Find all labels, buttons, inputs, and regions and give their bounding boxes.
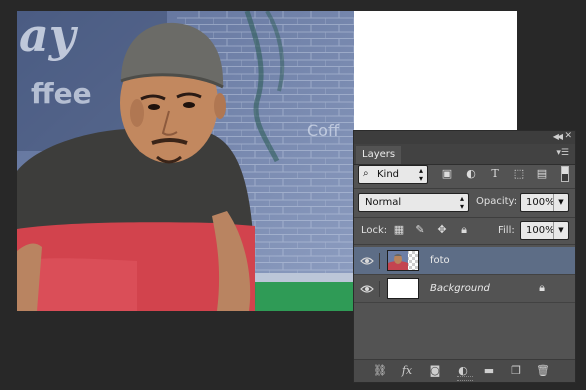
shape-filter-icon[interactable]: ⬚	[512, 167, 526, 181]
lock-row: Lock: ▦ ✎ ✥ 🔒︎ Fill: 100% ▼	[354, 220, 575, 242]
close-panel-icon[interactable]: ✕	[564, 131, 572, 141]
image-filter-icon[interactable]: ▣	[440, 167, 454, 181]
lock-all-icon[interactable]: 🔒︎	[457, 223, 471, 237]
layers-panel: ◀◀ ✕ Layers ▾☰ ⌕ Kind ▴ ▾ ▣ ◐ T ⬚ ▤ Norma…	[353, 130, 576, 383]
panel-menu-icon[interactable]: ▾☰	[556, 148, 569, 158]
layer-name[interactable]: foto	[430, 255, 450, 266]
visibility-eye-icon[interactable]	[359, 281, 380, 297]
chevron-down-icon[interactable]: ▼	[553, 194, 568, 211]
add-mask-icon[interactable]: ◙	[427, 363, 443, 379]
layer-lock-icon: 🔒︎	[539, 281, 545, 294]
search-icon: ⌕	[363, 168, 369, 179]
new-group-icon[interactable]: ▬	[481, 363, 497, 379]
layer-name[interactable]: Background	[430, 283, 490, 294]
blend-mode-select[interactable]: Normal ▴ ▾	[358, 193, 469, 212]
fill-field[interactable]: 100% ▼	[520, 221, 569, 240]
stepper-arrows-icon: ▴ ▾	[418, 166, 423, 183]
foto-layer-image: ay ffee Coff	[17, 11, 354, 311]
layer-filter-row: ⌕ Kind ▴ ▾ ▣ ◐ T ⬚ ▤	[354, 165, 575, 187]
opacity-value: 100%	[526, 197, 555, 208]
link-layers-icon[interactable]: ⛓	[372, 363, 388, 379]
divider	[354, 188, 575, 189]
layer-row-foto[interactable]: foto	[354, 247, 575, 275]
layers-list: foto Background 🔒︎	[354, 247, 575, 351]
new-layer-icon[interactable]: ❐	[508, 363, 524, 379]
lock-transparent-pixels-icon[interactable]: ▦	[392, 223, 406, 237]
fx-icon[interactable]: fx	[399, 363, 415, 379]
lock-image-pixels-icon[interactable]: ✎	[413, 223, 427, 237]
layers-bottom-toolbar: ⛓ fx ◙ ◐ ▬ ❐ 🗑︎	[354, 359, 575, 382]
type-filter-icon[interactable]: T	[488, 167, 502, 181]
lock-label: Lock:	[361, 225, 388, 236]
panel-resize-grip[interactable]	[457, 376, 473, 381]
filter-kind-label: Kind	[377, 169, 400, 180]
panel-header-bar: ◀◀ ✕	[354, 131, 575, 144]
layer-row-background[interactable]: Background 🔒︎	[354, 275, 575, 303]
tab-layers[interactable]: Layers	[356, 146, 402, 164]
layer-thumbnail[interactable]	[387, 278, 419, 299]
svg-text:ay: ay	[19, 11, 79, 62]
visibility-eye-icon[interactable]	[359, 253, 380, 269]
adjustment-filter-icon[interactable]: ◐	[464, 167, 478, 181]
blend-row: Normal ▴ ▾ Opacity: 100% ▼	[354, 191, 575, 213]
fill-value: 100%	[526, 225, 555, 236]
svg-text:ffee: ffee	[31, 77, 92, 110]
layer-thumbnail[interactable]	[387, 250, 419, 271]
opacity-label: Opacity:	[476, 196, 518, 207]
smart-object-filter-icon[interactable]: ▤	[535, 167, 549, 181]
blend-mode-value: Normal	[365, 197, 402, 208]
opacity-field[interactable]: 100% ▼	[520, 193, 569, 212]
lock-position-icon[interactable]: ✥	[435, 223, 449, 237]
collapse-panel-icon[interactable]: ◀◀	[553, 132, 563, 141]
svg-text:Coff: Coff	[307, 121, 340, 140]
panel-tab-bar: Layers ▾☰	[354, 144, 575, 165]
fill-label: Fill:	[498, 225, 515, 236]
divider	[354, 217, 575, 218]
stepper-arrows-icon: ▴ ▾	[459, 194, 464, 211]
filter-kind-select[interactable]: ⌕ Kind ▴ ▾	[358, 165, 428, 184]
filter-toggle-switch[interactable]	[561, 166, 569, 182]
divider	[354, 244, 575, 245]
delete-layer-icon[interactable]: 🗑︎	[535, 363, 551, 379]
chevron-down-icon[interactable]: ▼	[553, 222, 568, 239]
